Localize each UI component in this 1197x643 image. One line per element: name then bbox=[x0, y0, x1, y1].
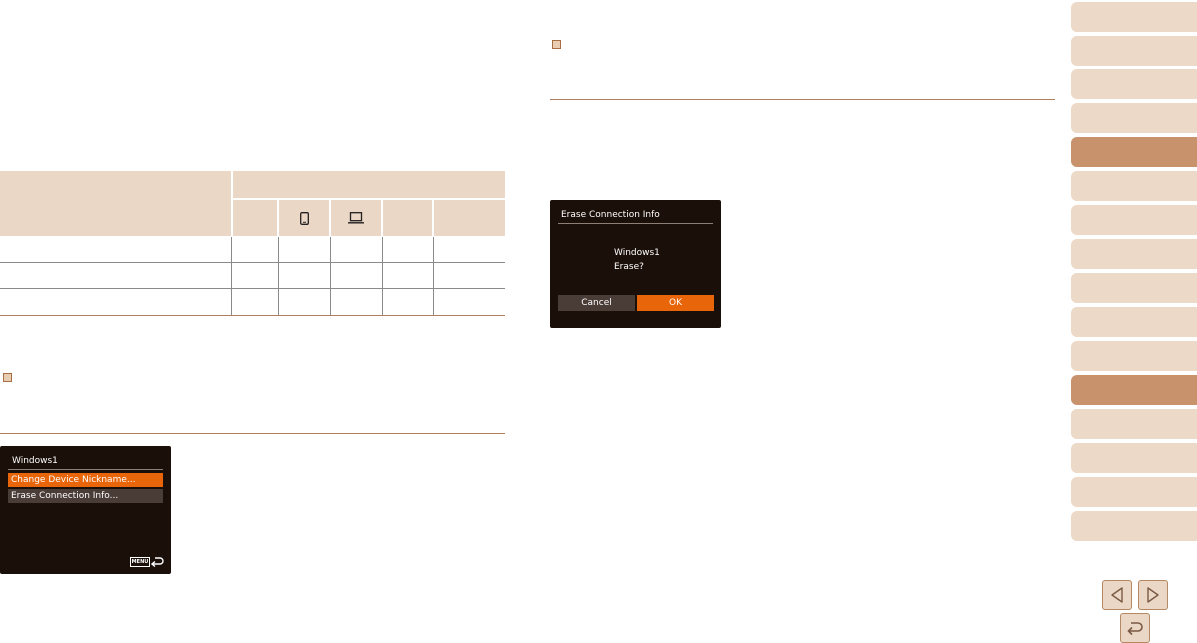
sidebar-tab-4[interactable] bbox=[1071, 103, 1197, 133]
section-rule bbox=[550, 99, 1055, 100]
table-header-settings bbox=[0, 171, 231, 236]
dialog-title: Erase Connection Info bbox=[561, 210, 660, 220]
table-divider bbox=[278, 237, 279, 316]
sidebar-tab-3[interactable] bbox=[1071, 69, 1197, 99]
computer-icon bbox=[348, 212, 364, 224]
table-header-col-1 bbox=[231, 200, 277, 236]
sidebar-tab-7[interactable] bbox=[1071, 205, 1197, 235]
sidebar-tab-6[interactable] bbox=[1071, 171, 1197, 201]
table-divider bbox=[231, 237, 232, 316]
sidebar-tab-9[interactable] bbox=[1071, 273, 1197, 303]
screen-title-divider bbox=[8, 469, 163, 470]
dialog-message-question: Erase? bbox=[614, 262, 644, 272]
screen-title: Windows1 bbox=[12, 456, 58, 466]
menu-button-badge: MENU bbox=[130, 557, 150, 567]
table-row bbox=[0, 237, 505, 263]
table-bottom-rule bbox=[0, 315, 505, 316]
table-header-col-computer bbox=[331, 200, 381, 236]
table-header-col-5 bbox=[434, 200, 505, 236]
erase-dialog-screen: Erase Connection Info Windows1 Erase? Ca… bbox=[550, 200, 721, 328]
table-divider bbox=[433, 237, 434, 316]
ok-button[interactable]: OK bbox=[637, 295, 714, 311]
table-header-col-4 bbox=[383, 200, 432, 236]
return-arrow-icon bbox=[1127, 622, 1143, 636]
previous-page-button[interactable] bbox=[1102, 580, 1132, 610]
menu-item-erase-connection[interactable]: Erase Connection Info... bbox=[8, 489, 163, 503]
smartphone-icon bbox=[299, 211, 309, 225]
return-arrow-icon bbox=[151, 557, 164, 567]
cancel-button[interactable]: Cancel bbox=[558, 295, 635, 311]
section-marker bbox=[552, 40, 561, 49]
section-rule bbox=[0, 433, 505, 434]
table-row bbox=[0, 263, 505, 289]
sidebar-tab-8[interactable] bbox=[1071, 239, 1197, 269]
nickname-menu-screen: Windows1 Change Device Nickname... Erase… bbox=[0, 446, 171, 574]
sidebar-tab-13[interactable] bbox=[1071, 409, 1197, 439]
dialog-title-divider bbox=[558, 223, 713, 224]
sidebar-tab-2[interactable] bbox=[1071, 36, 1197, 66]
sidebar-tab-10[interactable] bbox=[1071, 307, 1197, 337]
table-row bbox=[0, 289, 505, 315]
next-page-button[interactable] bbox=[1138, 580, 1168, 610]
table-divider bbox=[382, 237, 383, 316]
return-page-button[interactable] bbox=[1120, 613, 1150, 643]
sidebar-tab-1[interactable] bbox=[1071, 2, 1197, 32]
sidebar-tab-12[interactable] bbox=[1071, 375, 1197, 405]
menu-item-change-nickname[interactable]: Change Device Nickname... bbox=[8, 473, 163, 487]
sidebar-tab-5[interactable] bbox=[1071, 137, 1197, 167]
table-header-col-smartphone bbox=[279, 200, 329, 236]
dialog-message-device: Windows1 bbox=[614, 248, 660, 258]
sidebar-tab-16[interactable] bbox=[1071, 511, 1197, 541]
sidebar-tab-14[interactable] bbox=[1071, 443, 1197, 473]
table-header-connection-group bbox=[231, 171, 505, 198]
section-marker bbox=[3, 373, 12, 382]
triangle-left-icon bbox=[1111, 587, 1123, 603]
table-divider bbox=[330, 237, 331, 316]
triangle-right-icon bbox=[1147, 587, 1159, 603]
sidebar-tab-15[interactable] bbox=[1071, 477, 1197, 507]
sidebar-tab-11[interactable] bbox=[1071, 341, 1197, 371]
